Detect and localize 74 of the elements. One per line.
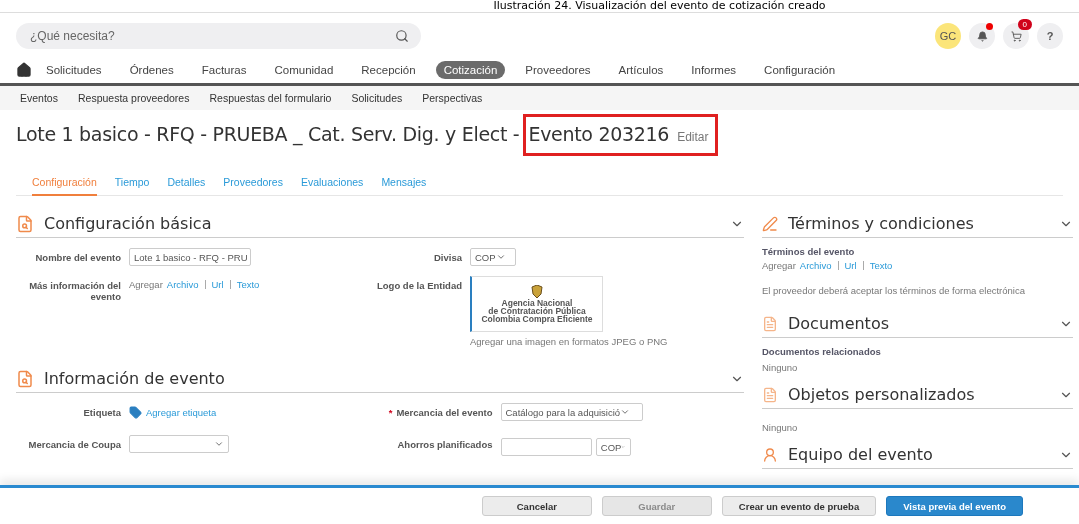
currency-select[interactable]: COP [595, 438, 631, 456]
add-label: Agregar [762, 260, 796, 271]
empty-value: Ninguno [762, 422, 798, 433]
tag-icon [129, 406, 142, 419]
search-input[interactable]: ¿Qué necesita? [28, 28, 395, 44]
chevron-down-icon [620, 407, 631, 417]
cart-count: 0 [1017, 19, 1032, 30]
home-icon[interactable] [16, 62, 32, 78]
search-field[interactable]: ¿Qué necesita? [16, 23, 421, 49]
subnav-link[interactable]: Eventos [20, 92, 58, 104]
document-search-icon [16, 214, 34, 233]
add-label: Agregar [129, 279, 163, 290]
footer-button[interactable]: Vista previa del evento [886, 496, 1023, 516]
cart-icon [1010, 30, 1022, 42]
section-title: Configuración básica [44, 214, 213, 233]
nav-tab[interactable]: Recepción [353, 61, 424, 79]
emblem-icon [531, 285, 543, 299]
user-avatar[interactable]: GC [935, 23, 961, 49]
document-icon [762, 315, 778, 332]
nav-tab[interactable]: Comunidad [266, 61, 342, 79]
terms-note: El proveedor deberá aceptar los términos de forma electrónica [762, 285, 1026, 296]
nav-tab[interactable]: Proveedores [517, 61, 599, 79]
event-name-field[interactable]: Lote 1 basico - RFQ - PRU [129, 248, 251, 266]
required-mark: * [388, 407, 393, 418]
section-title: Términos y condiciones [788, 214, 975, 233]
event-title: Lote 1 basico - RFQ - PRUEBA _ Cat. Serv. Dig. y Elect - [16, 123, 520, 145]
currency-select[interactable]: COP [470, 248, 516, 266]
footer-button[interactable]: Cancelar [481, 496, 592, 516]
logo-text: Colombia Compra Eficiente [481, 315, 593, 323]
field-label: Etiqueta [82, 406, 121, 418]
nav-tab[interactable]: Informes [683, 61, 745, 79]
savings-field[interactable] [500, 438, 592, 456]
field-label: * Mercancia del evento [387, 406, 493, 418]
search-icon [395, 29, 409, 43]
field-label: Nombre del evento [34, 251, 121, 263]
nav-tab[interactable]: Solicitudes [38, 61, 110, 79]
subnav-link[interactable]: Respuestas del formulario [209, 92, 332, 104]
person-icon [762, 446, 778, 463]
notifications-button[interactable] [969, 23, 995, 49]
field-label: Mercancia de Coupa [27, 438, 121, 450]
chevron-down-icon [495, 252, 506, 262]
edit-link[interactable]: Editar [677, 130, 709, 144]
section-title: Equipo del evento [788, 445, 934, 464]
subnav-link[interactable]: Respuesta proveedores [77, 92, 190, 104]
nav-tab[interactable]: Configuración [756, 61, 844, 79]
nav-tab[interactable]: Artículos [610, 61, 672, 79]
logo-text: Agencia Nacional [501, 299, 573, 307]
subnav-link[interactable]: Solicitudes [351, 92, 403, 104]
document-search-icon [16, 369, 34, 388]
nav-tab[interactable]: Cotización [435, 61, 506, 79]
section-title: Objetos personalizados [788, 385, 976, 404]
nav-tab[interactable]: Facturas [193, 61, 255, 79]
field-label: Documentos relacionados [762, 346, 882, 357]
field-label: Términos del evento [762, 246, 856, 257]
empty-value: Ninguno [762, 362, 798, 373]
section-title: Información de evento [44, 369, 226, 388]
nav-tab[interactable]: Órdenes [121, 61, 182, 79]
logo-text: de Contratación Pública [488, 307, 586, 315]
figure-caption: Ilustración 24. Visualización del evento de cotización creado [0, 0, 1079, 13]
section-title: Documentos [788, 314, 890, 333]
help-button[interactable]: ? [1037, 23, 1063, 49]
logo-hint: Agregar una imagen en formatos JPEG o PNG [470, 336, 669, 347]
field-label: Divisa [433, 251, 462, 263]
bell-icon [976, 30, 988, 42]
document-icon [762, 386, 778, 403]
field-label: Más información del evento [28, 279, 121, 302]
subnav-link[interactable]: Perspectivas [422, 92, 483, 104]
chevron-down-icon [214, 439, 224, 449]
event-number: Evento 203216 [528, 123, 670, 145]
field-label: Ahorros planificados [396, 438, 493, 450]
footer-button[interactable]: Crear un evento de prueba [721, 496, 877, 516]
pen-icon [762, 215, 778, 232]
commodity-select[interactable]: Catálogo para la adquisició [500, 403, 643, 421]
field-label: Logo de la Entidad [377, 279, 462, 291]
